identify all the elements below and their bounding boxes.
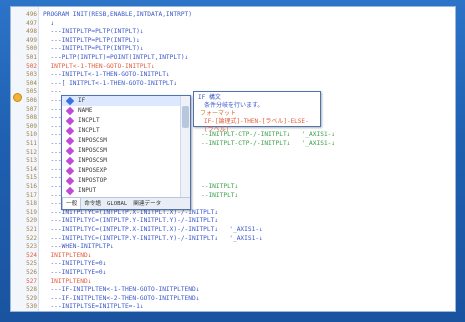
autocomplete-item-label: INPOSEXP xyxy=(78,167,107,174)
tooltip-description: 条件分岐を行います。 xyxy=(204,102,264,109)
tab-commands[interactable]: 命令語 xyxy=(81,198,104,209)
code-editor[interactable]: 496 PROGRAM INIT(RESB,ENABLE,INTDATA,INTR… xyxy=(10,6,456,312)
autocomplete-item[interactable]: INCPLT xyxy=(62,116,180,126)
autocomplete-item[interactable]: INPOSTOP xyxy=(62,176,180,186)
autocomplete-tabs: 一般 命令語 GLOBAL 関連データ xyxy=(62,197,190,209)
autocomplete-item[interactable]: INPOSCSM xyxy=(62,136,180,146)
tab-general[interactable]: 一般 xyxy=(62,198,82,209)
autocomplete-item[interactable]: IF xyxy=(62,96,180,106)
keyword-icon xyxy=(65,176,75,186)
autocomplete-item-label: INPOSCSM xyxy=(78,157,107,164)
tab-related-data[interactable]: 関連データ xyxy=(130,198,164,209)
window-frame: 496 PROGRAM INIT(RESB,ENABLE,INTDATA,INTR… xyxy=(0,0,465,322)
keyword-icon xyxy=(65,96,75,106)
code-line[interactable]: 531 ---INITPLTY=INITPLTSE.X-INITPLT.X-/-… xyxy=(11,311,456,312)
breakpoint-marker-icon[interactable] xyxy=(13,93,22,102)
autocomplete-item[interactable]: INPUT xyxy=(62,186,180,196)
autocomplete-item-label: INCPLT xyxy=(78,127,100,134)
autocomplete-item-label: INPUT xyxy=(78,187,97,194)
scrollbar-thumb[interactable] xyxy=(182,106,189,128)
autocomplete-item-label: IF xyxy=(78,97,86,104)
keyword-icon xyxy=(65,146,75,156)
keyword-icon xyxy=(65,116,75,126)
autocomplete-item-label: NAME xyxy=(78,107,93,114)
autocomplete-scrollbar[interactable] xyxy=(180,96,190,199)
line-number: 531 xyxy=(13,311,37,312)
autocomplete-item[interactable]: INPOSCSM xyxy=(62,156,180,166)
keyword-icon xyxy=(65,136,75,146)
autocomplete-item[interactable]: NAME xyxy=(62,106,180,116)
autocomplete-item-label: INPOSCSM xyxy=(78,147,107,154)
autocomplete-popup: IF NAME INCPLT INCPLT INPOSCSM INPOSCSM INPOSC… xyxy=(61,95,191,210)
keyword-icon xyxy=(65,186,75,196)
keyword-icon xyxy=(65,126,75,136)
keyword-icon xyxy=(65,106,75,116)
code-text: ---INITPLTY=INITPLTSE.X-INITPLT.X-/-INIT… xyxy=(43,311,214,312)
keyword-icon xyxy=(65,156,75,166)
autocomplete-item-label: INPOSCSM xyxy=(78,137,107,144)
autocomplete-item[interactable]: INCPLT xyxy=(62,126,180,136)
autocomplete-item-label: INPOSTOP xyxy=(78,177,107,184)
tooltip-format-text: IF-[論理式]-THEN-[ラベル]-ELSE-[ラベル] xyxy=(204,118,309,133)
keyword-icon xyxy=(65,166,75,176)
autocomplete-item[interactable]: INPOSEXP xyxy=(62,166,180,176)
tab-global[interactable]: GLOBAL xyxy=(104,198,130,209)
tooltip-format-label: フォーマット xyxy=(200,110,237,117)
autocomplete-item-label: INCPLT xyxy=(78,117,100,124)
tooltip-title: IF 構文 xyxy=(198,94,221,101)
syntax-tooltip: IF 構文 条件分岐を行います。 フォーマット IF-[論理式]-THEN-[ラ… xyxy=(193,91,321,133)
autocomplete-item[interactable]: INPOSCSM xyxy=(62,146,180,156)
autocomplete-list: IF NAME INCPLT INCPLT INPOSCSM INPOSCSM INPOSC… xyxy=(62,96,180,199)
